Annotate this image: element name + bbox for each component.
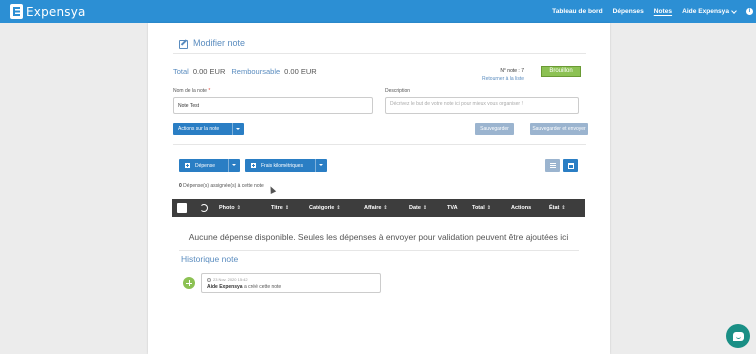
required-marker: *	[208, 88, 211, 94]
assigned-count: 0	[179, 183, 182, 189]
column-label: Total	[472, 205, 485, 211]
note-totals: Total 0.00 EUR Remboursable 0.00 EUR	[173, 67, 317, 76]
column-vat: TVA	[447, 205, 458, 211]
status-draft-button[interactable]: Brouillon	[541, 66, 581, 77]
divider	[173, 53, 586, 54]
user-menu[interactable]: Aide Expensya	[682, 7, 737, 15]
column-project[interactable]: Affaire ⇕	[364, 199, 388, 217]
back-to-list-link[interactable]: Retourner à la liste	[478, 76, 524, 82]
empty-state-message: Aucune dépense disponible. Seules les dé…	[188, 232, 569, 242]
brand-name: Expensya	[26, 4, 86, 19]
calendar-view-button[interactable]	[563, 159, 578, 172]
assigned-count-text: 0 Dépense(s) assignée(s) à cette note	[179, 183, 264, 189]
column-title[interactable]: Titre ⇕	[271, 199, 289, 217]
plus-icon	[185, 163, 190, 168]
column-status[interactable]: État ⇕	[549, 199, 566, 217]
column-label: Catégorie	[309, 205, 335, 211]
logo-icon	[10, 4, 23, 19]
add-expense-label: Dépense	[195, 162, 216, 169]
assigned-text: Dépense(s) assignée(s) à cette note	[183, 183, 264, 189]
edit-icon	[179, 39, 189, 49]
history-date: 23 Nov. 2020 15:42	[207, 277, 375, 282]
column-category[interactable]: Catégorie ⇕	[309, 199, 341, 217]
nav-expenses[interactable]: Dépenses	[613, 8, 644, 15]
note-info: N° note : 7 Retourner à la liste	[478, 68, 524, 82]
save-button[interactable]: Sauvegarder	[475, 123, 514, 135]
add-mileage-label: Frais kilométriques	[261, 162, 303, 169]
list-icon	[549, 163, 556, 168]
history-text: Aide Expensya a créé cette note	[207, 284, 375, 290]
column-label: Affaire	[364, 205, 382, 211]
top-navbar: Expensya Tableau de bord Dépenses Notes …	[0, 0, 756, 23]
caret-down-icon	[319, 164, 323, 166]
nav-notes[interactable]: Notes	[654, 8, 672, 15]
chat-launcher-button[interactable]	[726, 324, 750, 348]
plus-icon	[251, 163, 256, 168]
history-add-icon	[183, 277, 195, 289]
nav-dashboard[interactable]: Tableau de bord	[552, 8, 602, 15]
sort-icon: ⇕	[284, 205, 290, 211]
clock-icon	[207, 277, 211, 282]
brand-logo[interactable]: Expensya	[10, 4, 86, 19]
expenses-table-header: Photo ⇕ Titre ⇕ Catégorie ⇕ Affaire ⇕ Date ⇕ …	[172, 199, 585, 217]
note-actions-label: Actions sur la note	[178, 126, 220, 132]
sort-icon: ⇕	[486, 205, 491, 211]
sort-icon: ⇕	[422, 205, 428, 211]
column-label: Date	[409, 205, 421, 211]
sort-icon: ⇕	[336, 205, 341, 211]
history-author: Aide Expensya	[207, 284, 243, 290]
dropdown-divider	[228, 159, 229, 172]
chat-icon	[732, 331, 744, 341]
list-view-button[interactable]	[545, 159, 560, 172]
history-title: Historique note	[181, 254, 239, 264]
column-label: Photo	[219, 205, 235, 211]
note-actions-dropdown[interactable]: Actions sur la note	[173, 123, 244, 135]
column-date[interactable]: Date ⇕	[409, 199, 427, 217]
reimbursable-value: 0.00 EUR	[284, 67, 317, 76]
user-name: Aide Expensya	[682, 8, 729, 15]
dropdown-divider	[315, 159, 316, 172]
sort-icon: ⇕	[383, 205, 388, 211]
save-and-send-button[interactable]: Sauvegarder et envoyer	[530, 123, 588, 135]
note-name-input[interactable]: Note Test	[173, 97, 373, 114]
add-mileage-dropdown[interactable]: Frais kilométriques	[245, 159, 327, 172]
select-all-checkbox[interactable]	[177, 203, 187, 213]
sort-icon: ⇕	[561, 205, 566, 211]
description-label: Description	[385, 88, 411, 94]
reimbursable-label: Remboursable	[231, 67, 281, 76]
divider	[179, 250, 579, 251]
column-photo[interactable]: Photo ⇕	[219, 199, 241, 217]
column-actions: Actions	[511, 205, 532, 211]
note-name-label: Nom de la note *	[173, 88, 210, 94]
note-number: N° note : 7	[500, 68, 524, 74]
history-action: a créé cette note	[243, 284, 282, 290]
page-title-text: Modifier note	[193, 38, 246, 48]
info-icon[interactable]: i	[746, 8, 753, 15]
main-nav: Tableau de bord Dépenses Notes Aide Expe…	[552, 0, 756, 23]
history-entry: 23 Nov. 2020 15:42 Aide Expensya a créé …	[201, 273, 381, 293]
caret-down-icon	[232, 164, 236, 166]
calendar-icon	[567, 162, 574, 169]
refresh-icon[interactable]	[200, 204, 208, 212]
note-name-label-text: Nom de la note	[173, 88, 207, 94]
sort-icon: ⇕	[236, 205, 241, 211]
add-expense-dropdown[interactable]: Dépense	[179, 159, 240, 172]
dropdown-divider	[232, 123, 233, 135]
history-date-text: 23 Nov. 2020 15:42	[213, 277, 248, 282]
divider	[173, 144, 586, 145]
description-textarea[interactable]: Décrivez le but de votre note ici pour m…	[385, 97, 579, 114]
caret-down-icon	[236, 128, 240, 130]
chevron-down-icon	[731, 7, 737, 14]
column-total[interactable]: Total ⇕	[472, 199, 491, 217]
column-label: Titre	[271, 205, 283, 211]
column-label: État	[549, 205, 560, 211]
total-label: Total	[173, 67, 189, 76]
page-title: Modifier note	[179, 38, 246, 49]
total-value: 0.00 EUR	[192, 67, 226, 76]
